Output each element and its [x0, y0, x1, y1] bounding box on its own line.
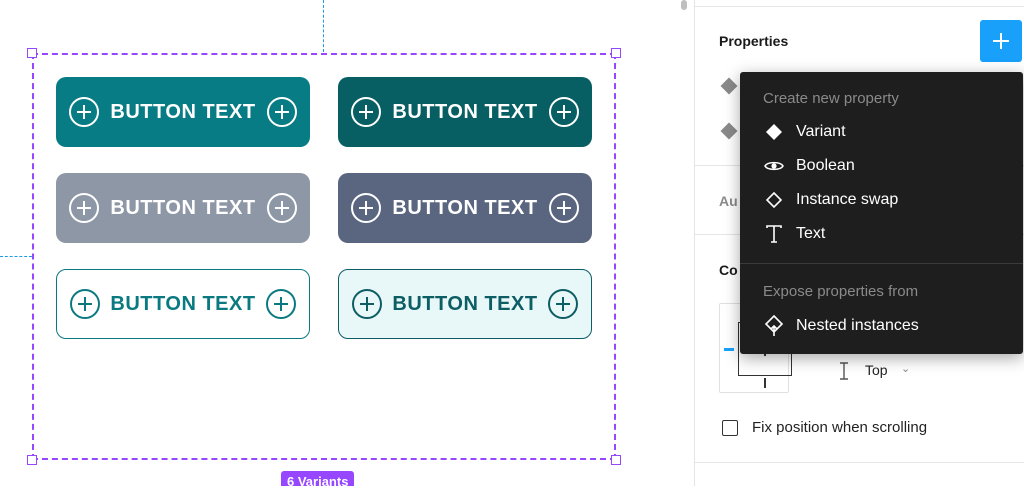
chevron-down-icon[interactable]: ⌄	[901, 362, 910, 375]
property-row-diamond-icon	[720, 77, 738, 95]
guide-line-horizontal	[0, 256, 32, 257]
variants-count-badge: 6 Variants	[281, 471, 355, 486]
constraint-left-indicator[interactable]	[724, 348, 734, 351]
menu-item-label: Instance swap	[796, 191, 899, 208]
menu-item-boolean[interactable]: Boolean	[740, 149, 1023, 183]
plus-circle-icon	[68, 192, 100, 224]
plus-circle-icon	[548, 96, 580, 128]
plus-circle-icon	[266, 192, 298, 224]
auto-layout-section-title: Au	[719, 193, 738, 209]
plus-circle-icon	[548, 192, 580, 224]
fix-position-label: Fix position when scrolling	[752, 419, 928, 436]
resize-handle-bottom-right[interactable]	[611, 455, 621, 465]
button-label: BUTTON TEXT	[110, 100, 256, 123]
plus-circle-icon	[350, 192, 382, 224]
button-label: BUTTON TEXT	[110, 196, 256, 219]
plus-icon	[993, 33, 1009, 49]
menu-item-label: Variant	[796, 123, 846, 140]
plus-circle-icon	[350, 96, 382, 128]
button-label: BUTTON TEXT	[392, 100, 538, 123]
menu-header-create: Create new property	[763, 90, 899, 107]
variant-button-secondary-dark[interactable]: BUTTON TEXT	[338, 173, 592, 243]
variant-button-primary[interactable]: BUTTON TEXT	[56, 77, 310, 147]
resize-handle-top-left[interactable]	[27, 48, 37, 58]
properties-section-title: Properties	[719, 33, 789, 49]
plus-circle-icon	[266, 96, 298, 128]
plus-circle-icon	[351, 288, 383, 320]
variant-button-secondary[interactable]: BUTTON TEXT	[56, 173, 310, 243]
add-property-button[interactable]	[980, 20, 1022, 62]
design-canvas[interactable]: BUTTON TEXT BUTTON TEXT BUTTON TEXT BUTT…	[0, 0, 694, 486]
diamond-outline-icon	[740, 191, 796, 209]
property-row-diamond-icon	[720, 122, 738, 140]
divider	[695, 462, 1024, 463]
constraint-bottom-indicator[interactable]	[764, 378, 766, 388]
menu-item-instance-swap[interactable]: Instance swap	[740, 183, 1023, 217]
button-label: BUTTON TEXT	[110, 292, 256, 315]
menu-item-label: Boolean	[796, 157, 855, 174]
plus-circle-icon	[68, 96, 100, 128]
variant-button-outline[interactable]: BUTTON TEXT	[56, 269, 310, 339]
resize-handle-top-right[interactable]	[611, 48, 621, 58]
plus-circle-icon	[265, 288, 297, 320]
menu-item-label: Text	[796, 225, 826, 242]
guide-line-vertical	[323, 0, 324, 52]
variant-button-primary-dark[interactable]: BUTTON TEXT	[338, 77, 592, 147]
text-icon	[740, 225, 796, 243]
menu-item-variant[interactable]: Variant	[740, 115, 1023, 149]
nested-instance-icon	[740, 315, 796, 337]
menu-item-label: Nested instances	[796, 317, 919, 334]
eye-icon	[740, 159, 796, 173]
constraints-section-title: Co	[719, 262, 738, 278]
button-label: BUTTON TEXT	[392, 292, 538, 315]
menu-header-expose: Expose properties from	[763, 283, 919, 300]
button-label: BUTTON TEXT	[392, 196, 538, 219]
fix-position-checkbox[interactable]	[722, 420, 738, 436]
menu-item-text[interactable]: Text	[740, 217, 1023, 251]
vertical-constraint-select[interactable]: Top	[865, 362, 888, 378]
canvas-scrollbar[interactable]	[681, 0, 687, 10]
plus-circle-icon	[547, 288, 579, 320]
vertical-constraint-icon	[840, 362, 848, 380]
menu-divider	[740, 263, 1023, 264]
variant-button-outline-tinted[interactable]: BUTTON TEXT	[338, 269, 592, 339]
menu-item-nested-instances[interactable]: Nested instances	[740, 309, 1023, 343]
divider	[695, 6, 1024, 7]
plus-circle-icon	[69, 288, 101, 320]
resize-handle-bottom-left[interactable]	[27, 455, 37, 465]
add-property-menu: Create new property Variant Boolean Inst…	[740, 72, 1023, 354]
diamond-filled-icon	[740, 123, 796, 141]
